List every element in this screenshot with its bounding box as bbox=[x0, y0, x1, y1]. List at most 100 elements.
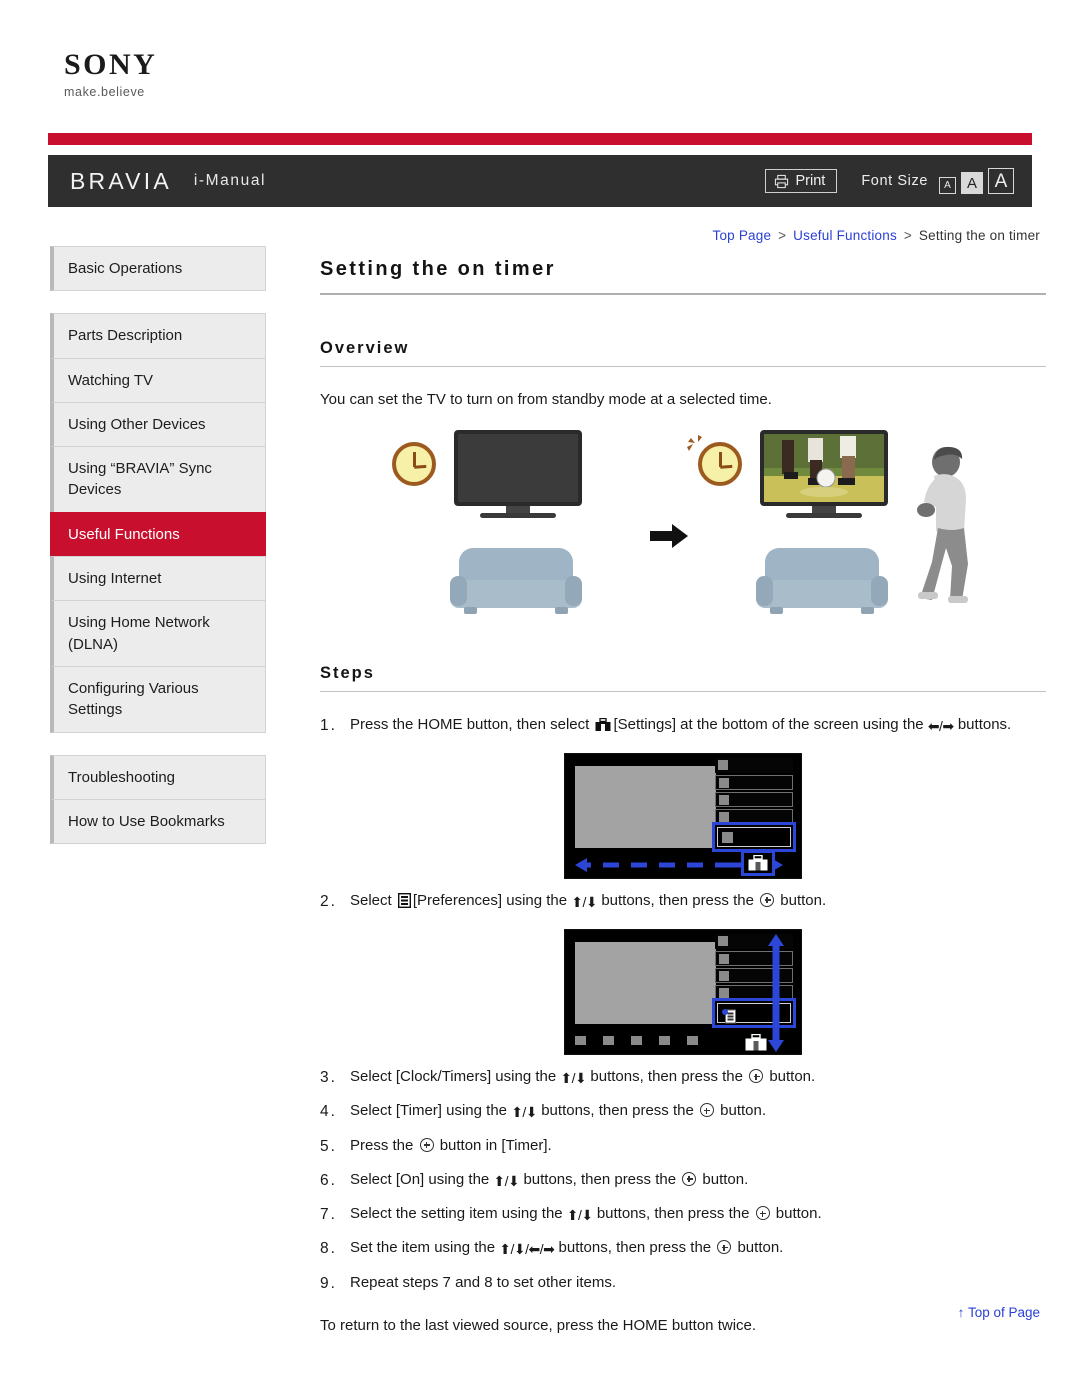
sidebar-item-basic-operations[interactable]: Basic Operations bbox=[50, 246, 266, 292]
step-item: 7. Select the setting item using the ⬆/⬇… bbox=[320, 1203, 1046, 1226]
step-item: 9. Repeat steps 7 and 8 to set other ite… bbox=[320, 1272, 1046, 1295]
up-down-arrows-icon: ⬆/⬇ bbox=[560, 1070, 587, 1086]
tv-off-icon bbox=[454, 429, 582, 518]
step-item: 4. Select [Timer] using the ⬆/⬇ buttons,… bbox=[320, 1100, 1046, 1123]
sidebar-item-using-other-devices[interactable]: Using Other Devices bbox=[50, 401, 266, 447]
font-size-buttons: A A A bbox=[939, 168, 1014, 194]
sidebar-group-1: Basic Operations bbox=[50, 246, 266, 292]
sidebar-item-using-bravia-sync-devices[interactable]: Using “BRAVIA” Sync Devices bbox=[50, 446, 266, 512]
step-item: 1. Press the HOME button, then select [S… bbox=[320, 714, 1046, 737]
sidebar-item-useful-functions[interactable]: Useful Functions bbox=[50, 511, 266, 557]
app-header: BRAVIA i-Manual Print Font Size A A A bbox=[48, 155, 1032, 207]
bravia-wordmark: BRAVIA bbox=[70, 167, 172, 194]
step-text-part: [Settings] at the bottom of the screen u… bbox=[613, 715, 928, 733]
breadcrumb-separator: > bbox=[903, 228, 912, 243]
step-text-part: Set the item using the bbox=[350, 1239, 500, 1257]
sofa-icon bbox=[756, 547, 888, 614]
step-text-part: buttons, then press the bbox=[592, 1205, 754, 1222]
sidebar-item-troubleshooting[interactable]: Troubleshooting bbox=[50, 754, 266, 799]
breadcrumb-separator: > bbox=[778, 228, 787, 243]
sidebar-item-parts-description[interactable]: Parts Description bbox=[50, 313, 266, 358]
step-number: 8. bbox=[320, 1240, 337, 1258]
enter-icon bbox=[755, 1206, 770, 1220]
step-text-part: button. bbox=[771, 1205, 822, 1222]
step-text-part: button. bbox=[765, 1068, 816, 1085]
step-text: Repeat steps 7 and 8 to set other items. bbox=[350, 1273, 616, 1291]
step-number: 6. bbox=[320, 1171, 337, 1189]
step-text-part: button. bbox=[776, 891, 827, 909]
step-text-part: Select [Clock/Timers] using the bbox=[350, 1068, 561, 1085]
steps-list: 1. Press the HOME button, then select [S… bbox=[320, 714, 1046, 1295]
step-item: 3. Select [Clock/Timers] using the ⬆/⬇ b… bbox=[320, 1066, 1046, 1089]
sony-logo: SONY make.believe bbox=[64, 50, 364, 110]
step-text: Select the setting item using the ⬆/⬇ bu… bbox=[350, 1203, 1046, 1226]
sidebar-item-watching-tv[interactable]: Watching TV bbox=[50, 357, 266, 402]
step-text: Select [Timer] using the ⬆/⬇ buttons, th… bbox=[350, 1100, 1046, 1123]
tv-mockup-home-menu bbox=[564, 752, 802, 879]
enter-icon bbox=[682, 1171, 697, 1186]
up-down-arrows-icon: ⬆/⬇ bbox=[493, 1172, 520, 1189]
sofa-icon bbox=[450, 547, 582, 614]
imanual-label: i-Manual bbox=[193, 172, 267, 189]
step-text-part: button. bbox=[733, 1239, 784, 1257]
enter-icon bbox=[717, 1240, 732, 1255]
up-down-arrows-icon: ⬆/⬇ bbox=[511, 1104, 538, 1121]
person-walking-icon bbox=[904, 444, 976, 614]
step-text: Select [On] using the ⬆/⬇ buttons, then … bbox=[350, 1169, 1046, 1192]
header-red-accent-bar bbox=[48, 133, 1032, 145]
up-arrow-icon: ↑ bbox=[957, 1305, 965, 1320]
sidebar-group-2: Parts Description Watching TV Using Othe… bbox=[50, 313, 266, 733]
print-button-label: Print bbox=[795, 173, 826, 189]
step-number: 9. bbox=[320, 1274, 337, 1292]
step-number: 5. bbox=[320, 1137, 337, 1155]
mockup-settings-toolbox bbox=[745, 1034, 767, 1051]
step-text-part: buttons, then press the bbox=[597, 891, 759, 909]
step-text: Press the HOME button, then select [Sett… bbox=[350, 714, 1046, 737]
font-size-large-button[interactable]: A bbox=[988, 168, 1014, 194]
sony-wordmark: SONY bbox=[64, 48, 158, 81]
step-text-part: button. bbox=[715, 1102, 767, 1120]
preferences-icon bbox=[397, 892, 411, 908]
mockup-menu-row bbox=[715, 774, 793, 790]
step-text-part: button. bbox=[698, 1170, 749, 1188]
font-size-small-button[interactable]: A bbox=[939, 177, 956, 194]
enter-icon bbox=[749, 1069, 764, 1083]
step-text-part: buttons. bbox=[953, 715, 1012, 733]
overview-text: You can set the TV to turn on from stand… bbox=[320, 391, 772, 408]
step-text-part: Select bbox=[350, 891, 396, 909]
up-down-arrows-icon: ⬆/⬇ bbox=[566, 1207, 593, 1223]
step-text-part: buttons, then press the bbox=[519, 1170, 681, 1188]
step-text: Set the item using the ⬆/⬇/⬅/➡ buttons, … bbox=[350, 1237, 1046, 1260]
step-text: Select [Clock/Timers] using the ⬆/⬇ butt… bbox=[350, 1066, 1046, 1089]
preferences-icon bbox=[722, 1009, 736, 1024]
step-text-part: buttons, then press the bbox=[554, 1239, 716, 1257]
step-number: 1. bbox=[320, 716, 337, 734]
steps-heading: Steps bbox=[320, 664, 1046, 692]
toolbox-icon bbox=[745, 1034, 767, 1051]
sidebar-item-using-internet[interactable]: Using Internet bbox=[50, 556, 266, 601]
font-size-medium-button[interactable]: A bbox=[961, 172, 983, 194]
step-item: 6. Select [On] using the ⬆/⬇ buttons, th… bbox=[320, 1169, 1046, 1192]
step-number: 3. bbox=[320, 1069, 337, 1086]
step-text-part: Press the bbox=[350, 1136, 418, 1154]
step-illustration bbox=[320, 929, 1046, 1055]
print-button[interactable]: Print bbox=[764, 169, 838, 193]
sidebar-item-how-to-use-bookmarks[interactable]: How to Use Bookmarks bbox=[50, 798, 266, 845]
mockup-settings-toolbox-highlighted bbox=[741, 849, 775, 876]
breadcrumb-link-top-page[interactable]: Top Page bbox=[713, 228, 772, 243]
step-text: Select [Preferences] using the ⬆/⬇ butto… bbox=[350, 890, 1046, 913]
sidebar-item-configuring-various-settings[interactable]: Configuring Various Settings bbox=[50, 665, 266, 733]
enter-icon bbox=[419, 1137, 434, 1152]
toolbox-icon bbox=[595, 717, 611, 731]
step-item: 5. Press the button in [Timer]. bbox=[320, 1135, 1046, 1158]
sidebar-item-using-home-network-dlna[interactable]: Using Home Network (DLNA) bbox=[50, 600, 266, 666]
step-text-part: button in [Timer]. bbox=[435, 1136, 552, 1154]
step-text: Press the button in [Timer]. bbox=[350, 1135, 1046, 1158]
breadcrumb-link-useful-functions[interactable]: Useful Functions bbox=[793, 228, 897, 243]
overview-heading: Overview bbox=[320, 339, 1046, 367]
page-title: Setting the on timer bbox=[320, 258, 1046, 295]
header-controls: Print Font Size A A A bbox=[764, 168, 1014, 194]
alarm-clock-ringing-icon bbox=[687, 434, 742, 486]
top-of-page-link[interactable]: ↑ Top of Page bbox=[958, 1305, 1040, 1320]
step-item: 2. Select [Preferences] using the ⬆/⬇ bu… bbox=[320, 890, 1046, 913]
